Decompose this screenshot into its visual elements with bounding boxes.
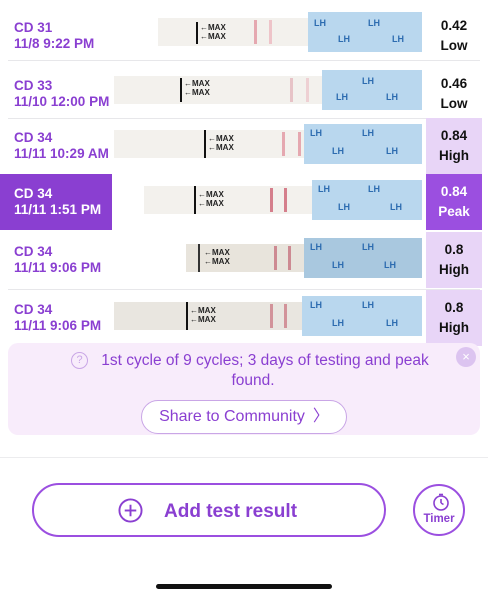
stopwatch-icon — [433, 493, 449, 511]
max-label: MAX — [216, 134, 234, 143]
chevron-right-icon: 〉 — [312, 408, 329, 425]
home-indicator[interactable] — [156, 584, 332, 589]
lh-label: LH — [318, 184, 330, 194]
test-row-selected[interactable]: CD 34 11/11 1:51 PM ←MAX ←MAX LH LH LH LH… — [0, 174, 488, 230]
test-strip-image: ←MAX ←MAX LH LH LH LH — [186, 238, 422, 278]
lh-label: LH — [368, 184, 380, 194]
test-datetime: 11/11 1:51 PM — [14, 202, 102, 217]
test-strip-image: ←MAX ←MAX LH LH LH LH — [114, 124, 422, 164]
lh-label: LH — [362, 76, 374, 86]
test-datetime: 11/11 10:29 AM — [14, 146, 109, 161]
test-row[interactable]: CD 34 11/11 10:29 AM ←MAX ←MAX LH LH LH L… — [0, 118, 488, 174]
timer-label: Timer — [423, 513, 455, 525]
cycle-day: CD 31 — [14, 20, 53, 35]
cycle-day: CD 34 — [14, 244, 53, 259]
lh-label: LH — [362, 242, 374, 252]
test-row-label: CD 34 11/11 9:06 PM — [14, 244, 101, 276]
lh-level: Low — [440, 38, 468, 53]
lh-value: 0.42 — [440, 18, 468, 33]
lh-label: LH — [362, 128, 374, 138]
max-label: MAX — [216, 143, 234, 152]
lh-label: LH — [362, 300, 374, 310]
test-row-label: CD 34 11/11 1:51 PM — [14, 186, 101, 218]
cycle-summary-text: 1st cycle of 9 cycles; 3 days of testing… — [101, 352, 429, 389]
test-row[interactable]: CD 34 11/11 9:06 PM ←MAX ←MAX LH LH LH LH… — [0, 232, 488, 288]
test-strip-image: ←MAX ←MAX LH LH LH — [114, 70, 422, 110]
lh-label: LH — [386, 146, 398, 156]
divider — [0, 457, 488, 458]
lh-result: 0.8 High — [426, 290, 482, 346]
timer-button[interactable]: Timer — [413, 484, 465, 536]
test-row-label: CD 34 11/11 9:06 PM — [14, 302, 101, 334]
cycle-summary-banner: ? 1st cycle of 9 cycles; 3 days of testi… — [8, 343, 480, 435]
lh-level: High — [439, 262, 469, 277]
lh-label: LH — [336, 92, 348, 102]
lh-level: High — [439, 148, 469, 163]
max-label: MAX — [208, 23, 226, 32]
lh-value: 0.8 — [444, 242, 464, 257]
lh-label: LH — [332, 318, 344, 328]
test-row-label: CD 31 11/8 9:22 PM — [14, 20, 94, 52]
lh-result: 0.46 Low — [426, 64, 482, 116]
lh-label: LH — [384, 260, 396, 270]
test-strip-image: ←MAX ←MAX LH LH LH LH — [158, 12, 422, 52]
cycle-day: CD 34 — [14, 302, 53, 317]
lh-label: LH — [338, 202, 350, 212]
lh-label: LH — [338, 34, 350, 44]
lh-label: LH — [392, 34, 404, 44]
test-datetime: 11/11 9:06 PM — [14, 318, 102, 333]
max-label: MAX — [192, 79, 210, 88]
lh-label: LH — [310, 128, 322, 138]
lh-label: LH — [386, 92, 398, 102]
max-label: MAX — [198, 306, 216, 315]
lh-level: Peak — [438, 204, 470, 219]
lh-result: 0.8 High — [426, 232, 482, 288]
test-row-label: CD 33 11/10 12:00 PM — [14, 78, 109, 110]
add-test-result-button[interactable]: Add test result — [32, 483, 386, 537]
lh-label: LH — [314, 18, 326, 28]
lh-result-peak: 0.84 Peak — [426, 174, 482, 230]
max-label: MAX — [212, 257, 230, 266]
max-label: MAX — [206, 199, 224, 208]
add-test-result-label: Add test result — [164, 501, 298, 522]
test-row[interactable]: CD 34 11/11 9:06 PM ←MAX ←MAX LH LH LH LH… — [0, 290, 488, 346]
max-label: MAX — [208, 32, 226, 41]
test-row[interactable]: CD 31 11/8 9:22 PM ←MAX ←MAX LH LH LH LH … — [0, 6, 488, 58]
share-button-label: Share to Community — [159, 408, 305, 425]
lh-result: 0.84 High — [426, 118, 482, 174]
test-datetime: 11/11 9:06 PM — [14, 260, 102, 275]
lh-label: LH — [310, 300, 322, 310]
lh-value: 0.8 — [444, 300, 464, 315]
lh-label: LH — [332, 260, 344, 270]
test-strip-image: ←MAX ←MAX LH LH LH LH — [114, 296, 422, 336]
max-label: MAX — [192, 88, 210, 97]
max-label: MAX — [198, 315, 216, 324]
max-label: MAX — [206, 190, 224, 199]
test-row-label: CD 34 11/11 10:29 AM — [14, 130, 109, 162]
cycle-day: CD 34 — [14, 186, 53, 201]
test-row[interactable]: CD 33 11/10 12:00 PM ←MAX ←MAX LH LH LH 0… — [0, 64, 488, 116]
lh-label: LH — [390, 202, 402, 212]
lh-result: 0.42 Low — [426, 6, 482, 58]
plus-circle-icon — [118, 498, 143, 523]
lh-value: 0.46 — [440, 76, 468, 91]
test-datetime: 11/8 9:22 PM — [14, 36, 95, 51]
lh-label: LH — [310, 242, 322, 252]
test-strip-image: ←MAX ←MAX LH LH LH LH — [144, 180, 422, 220]
lh-label: LH — [332, 146, 344, 156]
lh-level: Low — [440, 96, 468, 111]
close-icon[interactable]: × — [456, 347, 476, 367]
cycle-day: CD 34 — [14, 130, 53, 145]
lh-value: 0.84 — [440, 128, 468, 143]
lh-label: LH — [386, 318, 398, 328]
max-label: MAX — [212, 248, 230, 257]
lh-label: LH — [368, 18, 380, 28]
lh-level: High — [439, 320, 469, 335]
test-datetime: 11/10 12:00 PM — [14, 94, 110, 109]
cycle-day: CD 33 — [14, 78, 53, 93]
lh-value: 0.84 — [440, 184, 468, 199]
share-to-community-button[interactable]: Share to Community 〉 — [141, 400, 347, 434]
